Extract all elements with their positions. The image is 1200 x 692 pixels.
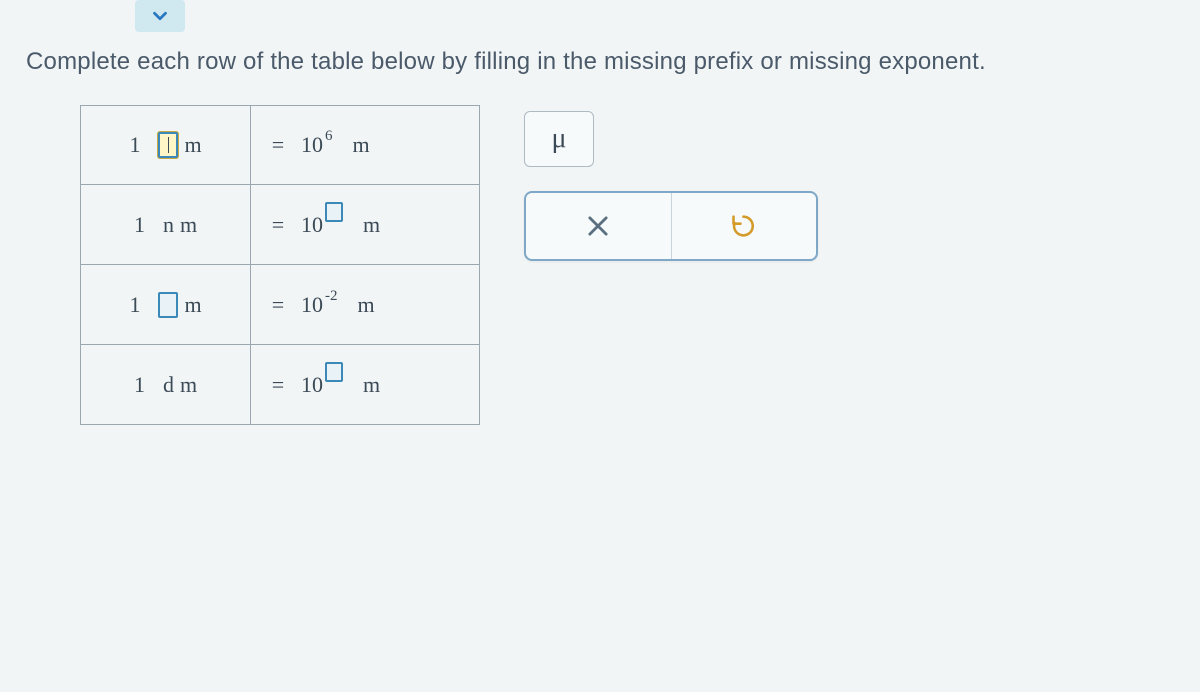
exponent-input[interactable] [325,202,343,222]
side-panel: μ [524,111,818,261]
unit-text: m [358,292,375,318]
unit-text: m [363,372,380,398]
exponent: 6 [325,128,333,145]
exponent-input[interactable] [325,362,343,382]
prefix-text: d [163,372,174,398]
base: 10 [301,372,323,398]
power-expression: 10 [301,212,343,238]
coefficient: 1 [129,292,140,318]
lhs-cell: 1n m [81,185,251,264]
coefficient: 1 [134,372,145,398]
unit-text: m [363,212,380,238]
equals-sign: = [269,212,287,238]
rhs-cell: = 10 m [251,345,479,424]
exponent: -2 [325,288,338,305]
coefficient: 1 [134,212,145,238]
prefix-text: n [163,212,174,238]
base: 10 [301,292,323,318]
base: 10 [301,212,323,238]
clear-button[interactable] [526,193,671,259]
unit-text: m [180,212,197,238]
table-row: 1 m = 10-2 m [80,265,480,345]
prefix-input[interactable] [158,292,178,318]
lhs-cell: 1d m [81,345,251,424]
chevron-down-icon [149,5,171,27]
collapse-toggle[interactable] [135,0,185,32]
equals-sign: = [269,372,287,398]
rhs-cell: = 10-2 m [251,265,479,344]
coefficient: 1 [129,132,140,158]
unit-text: m [180,372,197,398]
lhs-cell: 1 m [81,106,251,184]
table-row: 1 m = 106 m [80,105,480,185]
power-expression: 106 [301,132,333,158]
action-buttons [524,191,818,261]
rhs-cell: = 10 m [251,185,479,264]
power-expression: 10-2 [301,292,338,318]
table-row: 1d m = 10 m [80,345,480,425]
table-row: 1n m = 10 m [80,185,480,265]
unit-text: m [353,132,370,158]
equals-sign: = [269,132,287,158]
undo-icon [730,212,758,240]
lhs-cell: 1 m [81,265,251,344]
prefix-input[interactable] [158,132,178,158]
equals-sign: = [269,292,287,318]
prefix-table: 1 m=106m1n m=10m1 m=10-2m1d m=10m [80,105,480,425]
instruction-text: Complete each row of the table below by … [26,48,986,76]
mu-symbol-button[interactable]: μ [524,111,594,167]
unit-text: m [184,132,201,158]
base: 10 [301,132,323,158]
unit-text: m [184,292,201,318]
power-expression: 10 [301,372,343,398]
rhs-cell: = 106 m [251,106,479,184]
close-icon [584,212,612,240]
reset-button[interactable] [671,193,817,259]
